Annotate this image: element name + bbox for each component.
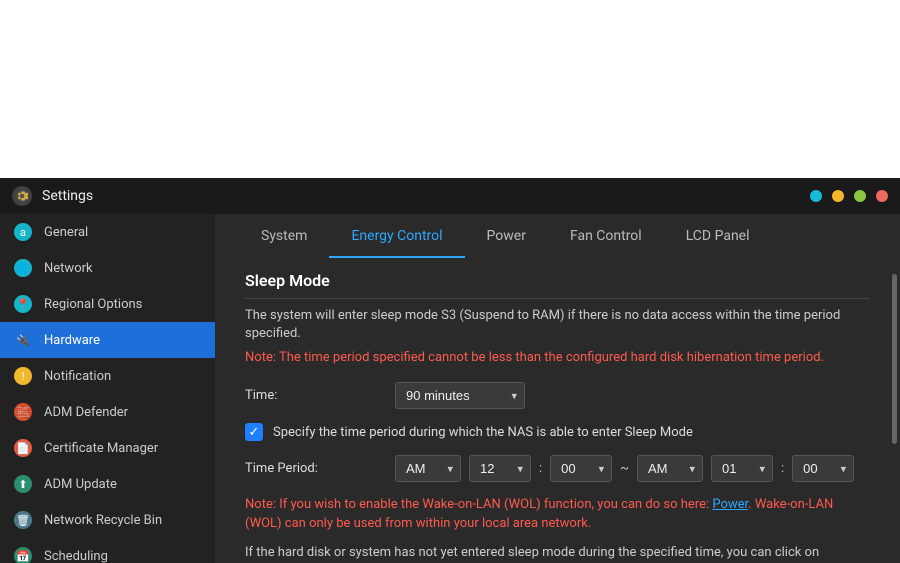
tab-system[interactable]: System — [239, 214, 329, 258]
titlebar: Settings — [0, 178, 900, 214]
period-label: Time Period: — [245, 461, 395, 476]
colon2: : — [781, 461, 784, 476]
tab-energy-control[interactable]: Energy Control — [329, 214, 464, 258]
pin-icon: 📍 — [14, 295, 32, 313]
a-icon: a — [14, 223, 32, 241]
time-select[interactable]: 90 minutes — [395, 382, 525, 409]
period-ampm2[interactable]: AM — [637, 455, 703, 482]
sidebar-item-scheduling[interactable]: 📅 Scheduling — [0, 538, 215, 563]
tab-bar: SystemEnergy ControlPowerFan ControlLCD … — [215, 214, 900, 259]
sidebar-item-adm-defender[interactable]: 🧱 ADM Defender — [0, 394, 215, 430]
traffic-dot[interactable] — [876, 190, 888, 202]
sidebar-item-certificate-manager[interactable]: 📄 Certificate Manager — [0, 430, 215, 466]
diagnostic-desc: If the hard disk or system has not yet e… — [245, 544, 870, 563]
sidebar: a General 🌐 Network 📍 Regional Options 🔌 Hardwa… — [0, 214, 215, 563]
period-h1[interactable]: 12 — [469, 455, 531, 482]
sidebar-item-network-recycle-bin[interactable]: 🗑 Network Recycle Bin — [0, 502, 215, 538]
cal-icon: 📅 — [14, 547, 32, 563]
scrollbar[interactable] — [892, 274, 897, 444]
period-ampm1[interactable]: AM — [395, 455, 461, 482]
gear-icon — [12, 186, 32, 206]
up-icon: ⬆ — [14, 475, 32, 493]
section-title: Sleep Mode — [245, 271, 870, 290]
window-title: Settings — [42, 188, 93, 204]
wol-note: Note: If you wish to enable the Wake-on-… — [245, 496, 870, 534]
sidebar-item-label: ADM Defender — [44, 405, 128, 420]
cert-icon: 📄 — [14, 439, 32, 457]
section-desc: The system will enter sleep mode S3 (Sus… — [245, 307, 870, 343]
sidebar-item-hardware[interactable]: 🔌 Hardware — [0, 322, 215, 358]
main-panel: SystemEnergy ControlPowerFan ControlLCD … — [215, 214, 900, 563]
wall-icon: 🧱 — [14, 403, 32, 421]
sidebar-item-label: General — [44, 225, 88, 240]
sidebar-item-label: Network — [44, 261, 93, 276]
sidebar-item-label: Notification — [44, 369, 111, 384]
period-m1[interactable]: 00 — [550, 455, 612, 482]
time-label: Time: — [245, 388, 395, 403]
usb-icon: 🔌 — [14, 331, 32, 349]
tab-power[interactable]: Power — [465, 214, 548, 258]
period-m2[interactable]: 00 — [792, 455, 854, 482]
tilde: ~ — [620, 461, 629, 476]
traffic-dot[interactable] — [854, 190, 866, 202]
traffic-dot[interactable] — [810, 190, 822, 202]
sidebar-item-label: Scheduling — [44, 549, 108, 563]
sidebar-item-adm-update[interactable]: ⬆ ADM Update — [0, 466, 215, 502]
period-checkbox[interactable]: ✓ — [245, 423, 263, 441]
settings-window: Settings a General 🌐 Network 📍 Regional Optio… — [0, 178, 900, 563]
sidebar-item-label: Regional Options — [44, 297, 142, 312]
period-h2[interactable]: 01 — [711, 455, 773, 482]
tab-fan-control[interactable]: Fan Control — [548, 214, 664, 258]
sidebar-item-label: Hardware — [44, 333, 100, 348]
globe-icon: 🌐 — [14, 259, 32, 277]
sidebar-item-label: ADM Update — [44, 477, 117, 492]
tab-lcd-panel[interactable]: LCD Panel — [664, 214, 772, 258]
sidebar-item-notification[interactable]: ! Notification — [0, 358, 215, 394]
window-controls — [810, 190, 888, 202]
period-checkbox-label: Specify the time period during which the… — [273, 425, 693, 440]
traffic-dot[interactable] — [832, 190, 844, 202]
section-note1: Note: The time period specified cannot b… — [245, 349, 870, 368]
colon1: : — [539, 461, 542, 476]
sidebar-item-label: Network Recycle Bin — [44, 513, 162, 528]
bin-icon: 🗑 — [14, 511, 32, 529]
sidebar-item-network[interactable]: 🌐 Network — [0, 250, 215, 286]
sidebar-item-regional-options[interactable]: 📍 Regional Options — [0, 286, 215, 322]
sidebar-item-general[interactable]: a General — [0, 214, 215, 250]
!-icon: ! — [14, 367, 32, 385]
power-link[interactable]: Power — [712, 497, 748, 512]
sidebar-item-label: Certificate Manager — [44, 441, 158, 456]
